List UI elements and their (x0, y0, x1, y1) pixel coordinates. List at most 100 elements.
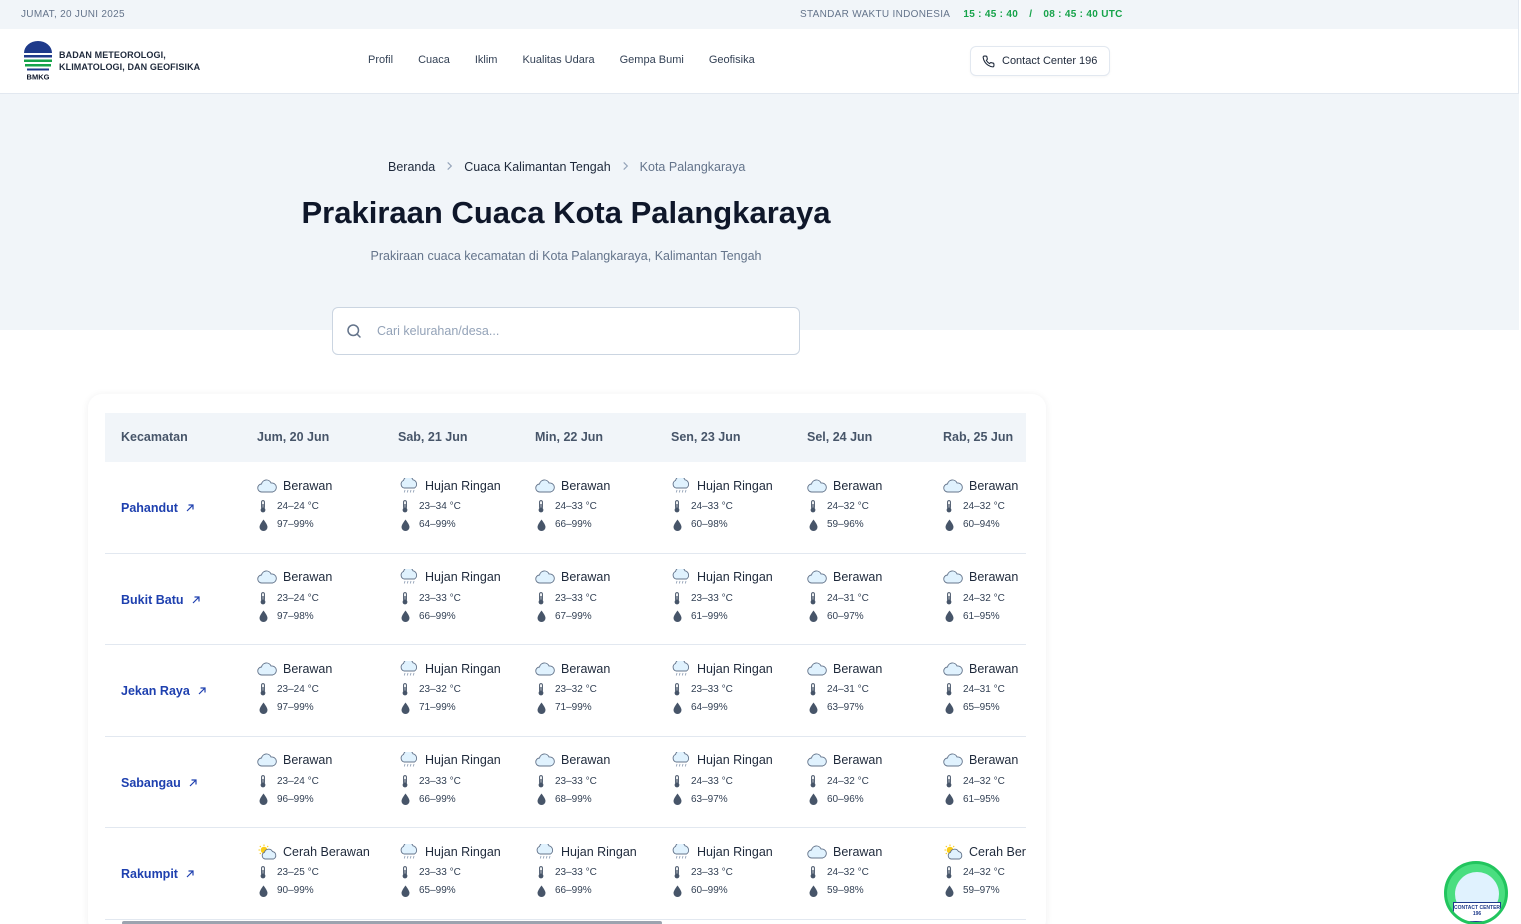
kecamatan-link[interactable]: Bukit Batu (121, 593, 201, 607)
organization-name: BADAN METEOROLOGI, KLIMATOLOGI, DAN GEOF… (59, 49, 200, 73)
header-day: Sel, 24 Jun (807, 430, 873, 444)
humidity-range: 61–95% (963, 610, 1000, 622)
bmkg-logo[interactable]: BMKG (22, 41, 54, 81)
thermometer-icon (943, 774, 955, 788)
breadcrumb-beranda[interactable]: Beranda (388, 160, 435, 174)
humidity-icon (257, 793, 269, 805)
temperature-range: 23–33 °C (419, 867, 461, 878)
thermometer-icon (807, 683, 819, 696)
contact-center-button[interactable]: Contact Center 196 (970, 46, 1110, 76)
nav-iklim[interactable]: Iklim (475, 54, 498, 66)
kecamatan-link[interactable]: Sabangau (121, 776, 198, 790)
humidity-icon (807, 885, 819, 897)
temperature-range: 23–33 °C (555, 867, 597, 878)
humidity-range: 61–95% (963, 793, 1000, 805)
temperature-range: 24–24 °C (277, 501, 319, 512)
humidity-range: 65–95% (963, 702, 1000, 713)
page-title: Prakiraan Cuaca Kota Palangkaraya (301, 195, 831, 230)
humidity-icon (535, 610, 547, 622)
contact-center-floating-button[interactable]: CONTACT CENTER 196 (1444, 861, 1508, 924)
condition-text: Berawan (969, 753, 1019, 767)
nav-profil[interactable]: Profil (368, 54, 393, 66)
rain-cloud-icon (399, 752, 425, 768)
time-separator: / (1029, 9, 1033, 20)
forecast-cell: Berawan 24–32 °C 60–94% (943, 476, 1026, 531)
forecast-cell: Hujan Ringan 23–33 °C 66–99% (399, 751, 539, 806)
temperature-range: 23–33 °C (555, 592, 597, 604)
nav-cuaca[interactable]: Cuaca (418, 54, 450, 66)
thermometer-icon (671, 774, 683, 788)
thermometer-icon (257, 866, 269, 879)
condition-text: Berawan (561, 661, 611, 676)
temperature-range: 24–32 °C (963, 592, 1005, 604)
humidity-icon (807, 702, 819, 714)
kecamatan-link[interactable]: Jekan Raya (121, 684, 207, 698)
temperature-range: 23–24 °C (277, 684, 319, 695)
forecast-cell: Hujan Ringan 24–33 °C 60–98% (671, 476, 811, 531)
thermometer-icon (535, 774, 547, 788)
chevron-right-icon (445, 160, 454, 174)
temperature-range: 24–32 °C (963, 501, 1005, 512)
forecast-cell: Hujan Ringan 23–33 °C 60–99% (671, 842, 811, 897)
utc-time: 08 : 45 : 40 UTC (1043, 9, 1123, 20)
nav-geofisika[interactable]: Geofisika (709, 54, 755, 66)
humidity-range: 59–97% (963, 885, 1000, 896)
forecast-cell: Berawan 24–32 °C 60–96% (807, 751, 947, 806)
org-name-line2: KLIMATOLOGI, DAN GEOFISIKA (59, 62, 201, 72)
condition-text: Berawan (283, 753, 333, 767)
temperature-range: 23–24 °C (277, 775, 319, 787)
forecast-cell: Berawan 24–24 °C 97–99% (257, 476, 397, 531)
kecamatan-link[interactable]: Rakumpit (121, 867, 195, 881)
humidity-icon (671, 519, 683, 531)
thermometer-icon (535, 500, 547, 513)
external-link-icon (189, 778, 197, 786)
breadcrumb: Beranda Cuaca Kalimantan Tengah Kota Pal… (388, 160, 745, 174)
humidity-range: 66–99% (419, 793, 456, 805)
forecast-cell: Hujan Ringan 23–33 °C 66–99% (535, 842, 675, 897)
humidity-icon (399, 702, 411, 714)
humidity-icon (807, 610, 819, 622)
cloud-icon (257, 479, 283, 493)
humidity-range: 97–99% (277, 702, 314, 713)
humidity-range: 64–99% (691, 702, 728, 713)
temperature-range: 24–32 °C (827, 501, 869, 512)
kecamatan-link[interactable]: Pahandut (121, 501, 195, 515)
rain-cloud-icon (671, 660, 697, 677)
thermometer-icon (535, 591, 547, 605)
thermometer-icon (807, 866, 819, 879)
temperature-range: 23–33 °C (691, 867, 733, 878)
org-name-line1: BADAN METEOROLOGI, (59, 50, 166, 60)
thermometer-icon (257, 774, 269, 788)
humidity-range: 90–99% (277, 885, 314, 896)
nav-kualitas-udara[interactable]: Kualitas Udara (522, 54, 594, 66)
humidity-range: 66–99% (419, 610, 456, 622)
humidity-icon (257, 702, 269, 714)
condition-text: Hujan Ringan (425, 478, 501, 493)
nav-gempa-bumi[interactable]: Gempa Bumi (620, 54, 684, 66)
kecamatan-name: Rakumpit (121, 867, 178, 881)
humidity-range: 59–96% (827, 519, 864, 530)
humidity-range: 63–97% (827, 702, 864, 713)
time-label: STANDAR WAKTU INDONESIA (800, 9, 951, 20)
logo-text: BMKG (27, 73, 50, 82)
rain-cloud-icon (671, 569, 697, 585)
forecast-cell: Berawan 24–32 °C 59–96% (807, 476, 947, 531)
thermometer-icon (943, 591, 955, 605)
cloud-icon (535, 570, 561, 584)
thermometer-icon (807, 591, 819, 605)
header-day: Rab, 25 Jun (943, 430, 1014, 444)
thermometer-icon (257, 591, 269, 605)
search-input[interactable] (377, 324, 777, 338)
contact-label: Contact Center 196 (1002, 55, 1098, 67)
breadcrumb-province[interactable]: Cuaca Kalimantan Tengah (464, 160, 610, 174)
cloud-icon (943, 662, 969, 676)
temperature-range: 23–33 °C (555, 775, 597, 787)
table-row: Pahandut Berawan 24–24 °C 97–99% Hujan Ringa… (105, 462, 1026, 554)
thermometer-icon (943, 500, 955, 513)
forecast-cell: Berawan 24–31 °C 65–95% (943, 659, 1026, 714)
condition-text: Berawan (561, 478, 611, 493)
rain-cloud-icon (399, 843, 425, 860)
header-day: Jum, 20 Jun (257, 430, 330, 444)
condition-text: Berawan (969, 478, 1019, 493)
forecast-cell: Berawan 23–32 °C 71–99% (535, 659, 675, 714)
